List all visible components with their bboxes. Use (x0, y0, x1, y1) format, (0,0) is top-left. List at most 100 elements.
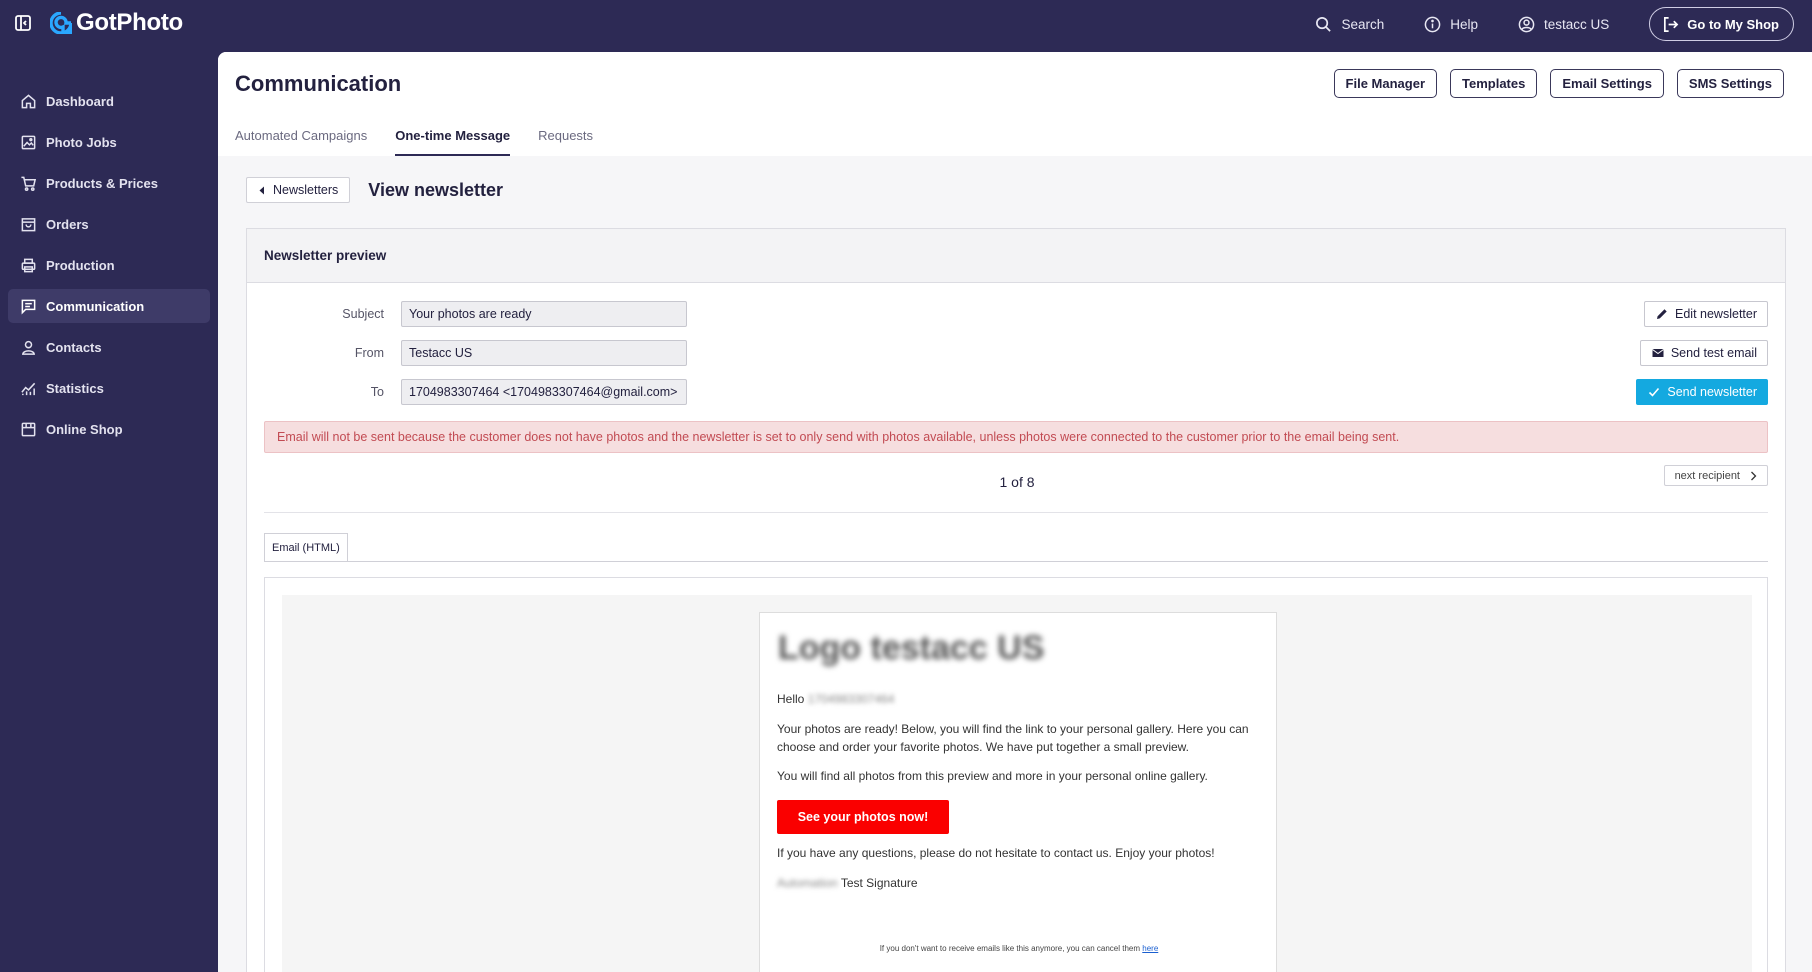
email-greeting: Hello 1704983307464 (777, 691, 1259, 709)
help-link[interactable]: Help (1424, 16, 1478, 33)
check-icon (1649, 387, 1660, 397)
page-header: Communication File Manager Templates Ema… (218, 52, 1812, 156)
app-logo[interactable]: GotPhoto (50, 9, 183, 37)
main-panel: Communication File Manager Templates Ema… (218, 52, 1812, 972)
back-label: Newsletters (273, 183, 339, 197)
from-label: From (354, 346, 384, 360)
send-newsletter-button[interactable]: Send newsletter (1636, 379, 1768, 405)
newsletter-preview-card: Newsletter preview Subject Your photos a… (246, 228, 1786, 972)
app-name: GotPhoto (76, 9, 183, 36)
sidebar-item-photo-jobs[interactable]: Photo Jobs (8, 125, 210, 159)
top-actions: Search Help testacc US Go to My Shop (1315, 6, 1794, 42)
sidebar-item-online-shop[interactable]: Online Shop (8, 412, 210, 446)
recipient-pager: 1 of 8 (999, 474, 1035, 490)
user-menu[interactable]: testacc US (1518, 16, 1609, 33)
email-signature: Automation Test Signature (777, 875, 1259, 893)
signature-text: Test Signature (840, 876, 918, 890)
header-buttons: File Manager Templates Email Settings SM… (1333, 69, 1784, 98)
signature-blurred: Automation (777, 876, 838, 890)
to-field[interactable]: 1704983307464 <1704983307464@gmail.com> (401, 379, 687, 405)
cart-icon (21, 176, 37, 191)
tab-email-html[interactable]: Email (HTML) (264, 533, 348, 562)
sidebar-item-dashboard[interactable]: Dashboard (8, 84, 210, 118)
sidebar-item-orders[interactable]: Orders (8, 207, 210, 241)
next-recipient-label: next recipient (1674, 469, 1740, 482)
help-label: Help (1450, 16, 1478, 32)
email-paragraph-3: If you have any questions, please do not… (777, 846, 1215, 860)
send-newsletter-label: Send newsletter (1667, 385, 1757, 399)
subject-row: Subject Your photos are ready (247, 301, 687, 327)
sidebar: Dashboard Photo Jobs Products & Prices O… (0, 48, 218, 972)
subject-field[interactable]: Your photos are ready (401, 301, 687, 327)
unsubscribe-text: If you don't want to receive emails like… (879, 944, 1141, 953)
tab-one-time-message[interactable]: One-time Message (395, 128, 511, 156)
sidebar-item-label: Photo Jobs (46, 134, 117, 150)
sms-settings-button[interactable]: SMS Settings (1676, 69, 1784, 98)
go-to-shop-label: Go to My Shop (1687, 16, 1779, 32)
chart-icon (21, 382, 36, 395)
see-photos-button[interactable]: See your photos now! (777, 800, 949, 834)
recipient-name-blurred: 1704983307464 (807, 692, 895, 706)
edit-newsletter-button[interactable]: Edit newsletter (1644, 301, 1768, 327)
photo-icon (21, 135, 36, 149)
go-to-shop-button[interactable]: Go to My Shop (1649, 7, 1794, 41)
email-logo-blurred: Logo testacc US (778, 629, 1045, 667)
to-row: To 1704983307464 <1704983307464@gmail.co… (247, 379, 687, 405)
sidebar-item-label: Products & Prices (46, 175, 158, 191)
file-manager-button[interactable]: File Manager (1333, 69, 1437, 98)
user-label: testacc US (1544, 16, 1610, 32)
email-settings-button[interactable]: Email Settings (1550, 69, 1664, 98)
email-body: Logo testacc US Hello 1704983307464 Your… (759, 612, 1277, 972)
unsubscribe-link[interactable]: here (1142, 944, 1158, 953)
sidebar-item-contacts[interactable]: Contacts (8, 330, 210, 364)
exit-icon (1664, 16, 1679, 32)
send-test-email-button[interactable]: Send test email (1639, 340, 1768, 366)
sidebar-item-label: Orders (46, 216, 89, 232)
sidebar-item-label: Online Shop (46, 421, 123, 437)
sidebar-item-label: Production (46, 257, 115, 273)
top-bar: GotPhoto Search Help testacc US Go to My… (0, 0, 1812, 48)
email-paragraph-1: Your photos are ready! Below, you will f… (777, 722, 1249, 754)
tab-requests[interactable]: Requests (538, 128, 593, 156)
caret-left-icon (259, 186, 264, 194)
sidebar-item-label: Dashboard (46, 93, 114, 109)
person-icon (21, 340, 36, 355)
back-to-newsletters-button[interactable]: Newsletters (246, 177, 351, 203)
chat-icon (21, 299, 36, 314)
chevron-right-icon (1751, 471, 1757, 480)
email-paragraph-2: You will find all photos from this previ… (777, 769, 1208, 783)
tab-underline (264, 561, 1768, 562)
to-label: To (370, 385, 384, 399)
breadcrumb: Newsletters View newsletter (246, 177, 503, 203)
sidebar-item-label: Communication (46, 298, 145, 314)
sidebar-item-communication[interactable]: Communication (8, 289, 210, 323)
printer-icon (21, 258, 36, 272)
view-title: View newsletter (368, 179, 504, 200)
templates-button[interactable]: Templates (1450, 69, 1538, 98)
sidebar-item-products-prices[interactable]: Products & Prices (8, 166, 210, 200)
unsubscribe-note: If you don't want to receive emails like… (760, 944, 1278, 953)
orders-icon (21, 217, 36, 231)
pencil-icon (1657, 309, 1667, 319)
divider (264, 512, 1768, 513)
card-heading: Newsletter preview (247, 229, 1785, 283)
tab-automated-campaigns[interactable]: Automated Campaigns (235, 128, 367, 156)
communication-tabs: Automated Campaigns One-time Message Req… (235, 128, 593, 156)
edit-newsletter-label: Edit newsletter (1675, 307, 1757, 321)
next-recipient-button[interactable]: next recipient (1663, 465, 1768, 486)
subject-label: Subject (342, 307, 384, 321)
from-field[interactable]: Testacc US (401, 340, 687, 366)
sidebar-item-production[interactable]: Production (8, 248, 210, 282)
from-row: From Testacc US (247, 340, 687, 366)
email-background: Logo testacc US Hello 1704983307464 Your… (282, 595, 1752, 972)
search-link[interactable]: Search (1315, 16, 1384, 33)
sidebar-item-statistics[interactable]: Statistics (8, 371, 210, 405)
gotphoto-logo-icon (50, 12, 72, 34)
search-label: Search (1341, 16, 1385, 32)
sidebar-toggle-icon[interactable] (14, 14, 32, 32)
user-circle-icon (1518, 16, 1535, 32)
email-preview-frame: Logo testacc US Hello 1704983307464 Your… (264, 577, 1768, 972)
envelope-icon (1652, 349, 1664, 357)
home-icon (21, 93, 36, 108)
greeting-text: Hello (777, 692, 805, 706)
